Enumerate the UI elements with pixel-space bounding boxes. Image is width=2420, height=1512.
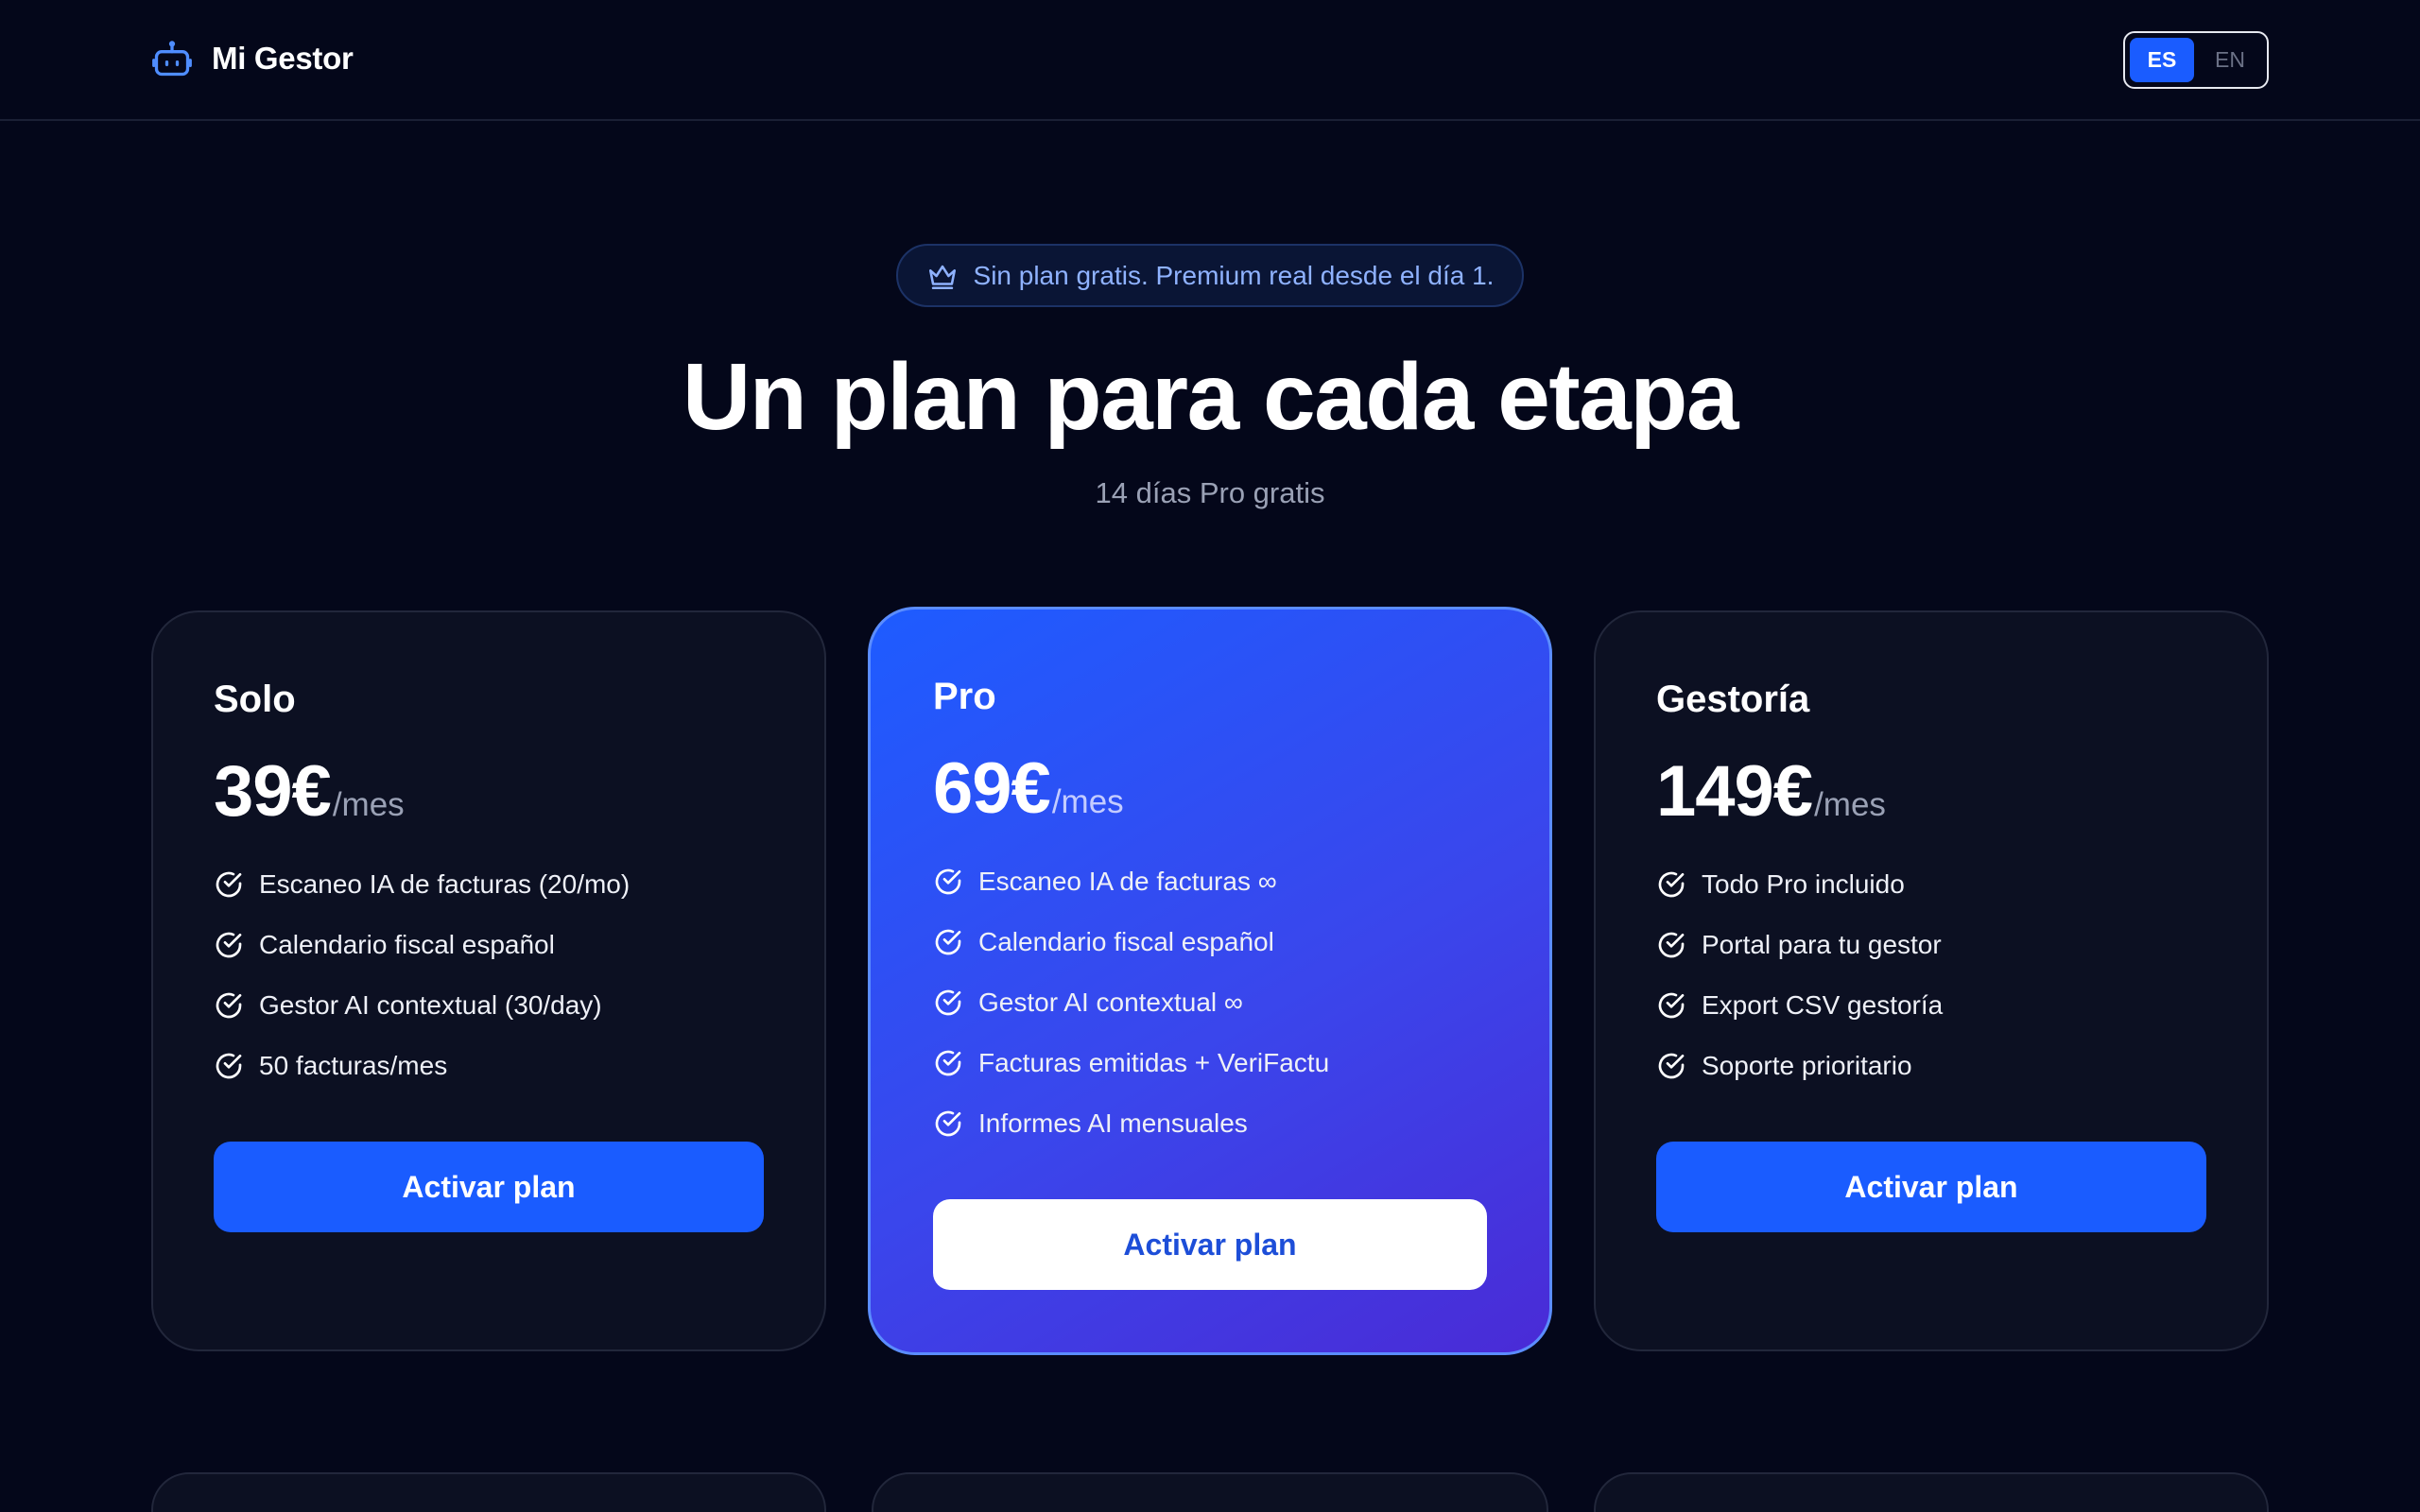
check-circle-icon: [216, 871, 242, 898]
check-circle-icon: [935, 989, 961, 1016]
lang-en-button[interactable]: EN: [2198, 38, 2262, 82]
feature-text: Calendario fiscal español: [259, 930, 555, 959]
next-section-card: [1594, 1472, 2269, 1512]
price-value: 149€: [1656, 751, 1813, 832]
feature-item: Escaneo IA de facturas ∞: [933, 851, 1487, 912]
check-circle-icon: [1658, 871, 1685, 898]
check-circle-icon: [216, 932, 242, 958]
plan-card-gestoria: Gestoría 149€ /mes Todo Pro incluido Por…: [1594, 610, 2269, 1351]
robot-icon: [152, 41, 192, 77]
feature-text: Facturas emitidas + VeriFactu: [978, 1048, 1330, 1077]
feature-item: Escaneo IA de facturas (20/mo): [214, 854, 764, 915]
feature-text: Soporte prioritario: [1702, 1051, 1912, 1080]
feature-list: Escaneo IA de facturas (20/mo) Calendari…: [214, 854, 764, 1096]
feature-text: Gestor AI contextual ∞: [978, 988, 1243, 1017]
plan-name: Gestoría: [1656, 679, 1810, 720]
top-bar: Mi Gestor ES EN: [0, 0, 2420, 121]
promo-badge-text: Sin plan gratis. Premium real desde el d…: [973, 260, 1495, 290]
promo-badge: Sin plan gratis. Premium real desde el d…: [896, 244, 1524, 307]
price-value: 69€: [933, 748, 1051, 829]
feature-text: 50 facturas/mes: [259, 1051, 448, 1080]
check-circle-icon: [935, 1050, 961, 1076]
brand-name: Mi Gestor: [212, 41, 354, 76]
feature-item: Facturas emitidas + VeriFactu: [933, 1033, 1487, 1093]
check-circle-icon: [1658, 932, 1685, 958]
feature-item: Gestor AI contextual ∞: [933, 972, 1487, 1033]
lang-es-button[interactable]: ES: [2130, 38, 2194, 82]
page-title: Un plan para cada etapa: [683, 344, 1738, 450]
check-circle-icon: [216, 1053, 242, 1079]
plan-price: 69€ /mes: [933, 747, 1487, 829]
price-period: /mes: [332, 786, 405, 823]
feature-item: Export CSV gestoría: [1656, 975, 2206, 1036]
feature-text: Informes AI mensuales: [978, 1108, 1248, 1138]
plan-card-solo: Solo 39€ /mes Escaneo IA de facturas (20…: [151, 610, 826, 1351]
check-circle-icon: [216, 992, 242, 1019]
price-period: /mes: [1051, 783, 1124, 820]
activate-plan-button[interactable]: Activar plan: [214, 1142, 764, 1232]
feature-item: Soporte prioritario: [1656, 1036, 2206, 1096]
feature-list: Todo Pro incluido Portal para tu gestor …: [1656, 854, 2206, 1096]
feature-item: Informes AI mensuales: [933, 1093, 1487, 1154]
page-subtitle: 14 días Pro gratis: [1095, 476, 1325, 509]
language-toggle: ES EN: [2123, 31, 2269, 89]
plan-price: 39€ /mes: [214, 750, 764, 832]
feature-text: Escaneo IA de facturas (20/mo): [259, 869, 631, 899]
plan-card-pro: Pro 69€ /mes Escaneo IA de facturas ∞ Ca…: [868, 607, 1552, 1355]
feature-text: Todo Pro incluido: [1702, 869, 1905, 899]
plan-name: Solo: [214, 679, 296, 720]
feature-text: Export CSV gestoría: [1702, 990, 1944, 1020]
feature-text: Portal para tu gestor: [1702, 930, 1942, 959]
feature-item: 50 facturas/mes: [214, 1036, 764, 1096]
brand[interactable]: Mi Gestor: [151, 38, 354, 79]
feature-item: Calendario fiscal español: [214, 915, 764, 975]
feature-list: Escaneo IA de facturas ∞ Calendario fisc…: [933, 851, 1487, 1154]
plan-price: 149€ /mes: [1656, 750, 2206, 832]
price-period: /mes: [1814, 786, 1886, 823]
check-circle-icon: [935, 929, 961, 955]
next-section-card: [872, 1472, 1548, 1512]
plan-name: Pro: [933, 676, 996, 717]
feature-item: Gestor AI contextual (30/day): [214, 975, 764, 1036]
feature-text: Calendario fiscal español: [978, 927, 1274, 956]
crown-icon: [928, 265, 956, 289]
next-section-card: [151, 1472, 826, 1512]
pricing-page: Mi Gestor ES EN Sin plan gratis. Premium…: [0, 0, 2420, 1512]
feature-text: Escaneo IA de facturas ∞: [978, 867, 1277, 896]
feature-item: Todo Pro incluido: [1656, 854, 2206, 915]
feature-item: Portal para tu gestor: [1656, 915, 2206, 975]
check-circle-icon: [1658, 1053, 1685, 1079]
check-circle-icon: [935, 1110, 961, 1137]
activate-plan-button[interactable]: Activar plan: [1656, 1142, 2206, 1232]
feature-text: Gestor AI contextual (30/day): [259, 990, 602, 1020]
feature-item: Calendario fiscal español: [933, 912, 1487, 972]
activate-plan-button[interactable]: Activar plan: [933, 1199, 1487, 1290]
check-circle-icon: [1658, 992, 1685, 1019]
price-value: 39€: [214, 751, 332, 832]
check-circle-icon: [935, 868, 961, 895]
